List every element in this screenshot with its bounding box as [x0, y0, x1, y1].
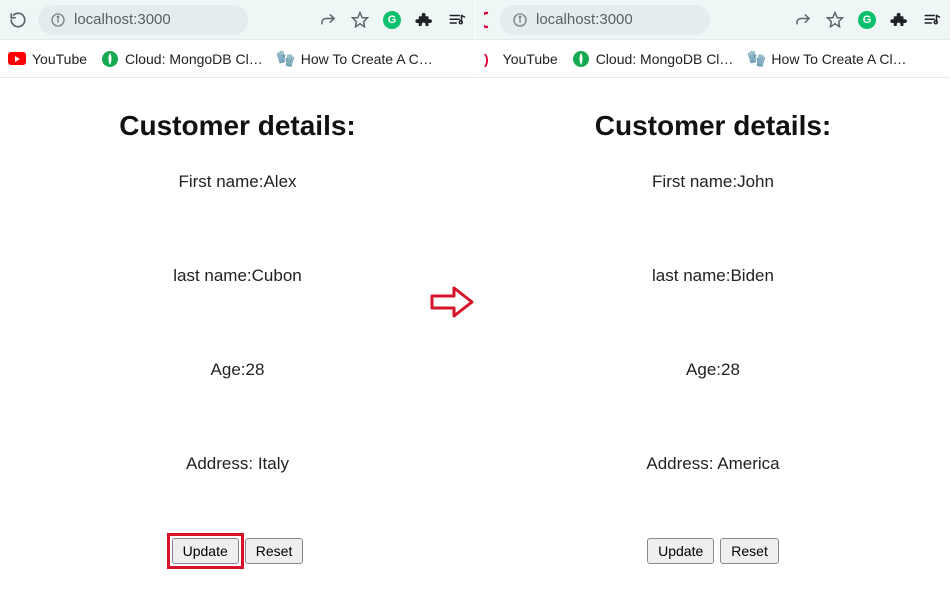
share-icon[interactable]	[794, 11, 812, 29]
info-icon	[50, 12, 66, 28]
page-content: Customer details: First name:Alex last n…	[0, 78, 475, 564]
page-title: Customer details:	[476, 110, 950, 142]
address-label: Address:	[646, 454, 717, 473]
button-row: Update Reset	[476, 538, 950, 564]
bookmark-label: YouTube	[503, 51, 558, 67]
page-icon: 🧤	[747, 50, 765, 68]
first-name-row: First name:John	[476, 172, 950, 192]
arrow-annotation-icon	[430, 284, 476, 325]
address-row: Address: Italy	[0, 454, 475, 474]
age-value: 28	[721, 360, 740, 379]
update-highlight: Update	[172, 538, 239, 564]
extensions-icon[interactable]	[890, 11, 908, 29]
address-value: America	[717, 454, 779, 473]
last-name-value: Cubon	[252, 266, 302, 285]
bookmark-label: Cloud: MongoDB Cl…	[125, 51, 263, 67]
pane-before: localhost:3000 G YouTube Cloud: MongoDB …	[0, 0, 475, 596]
extensions-icon[interactable]	[415, 11, 433, 29]
playlist-icon[interactable]	[922, 11, 942, 29]
bookmark-label: How To Create A Cl…	[771, 51, 906, 67]
grammarly-icon[interactable]: G	[383, 11, 401, 29]
first-name-value: Alex	[263, 172, 296, 191]
age-row: Age:28	[0, 360, 475, 380]
update-button[interactable]: Update	[647, 538, 714, 564]
age-row: Age:28	[476, 360, 950, 380]
mongodb-icon	[101, 50, 119, 68]
browser-toolbar: localhost:3000 G	[0, 0, 475, 40]
first-name-label: First name:	[652, 172, 737, 191]
reload-icon-partial	[484, 11, 490, 29]
bookmarks-bar: ) YouTube Cloud: MongoDB Cl… 🧤 How To Cr…	[476, 40, 950, 78]
pane-after: localhost:3000 G ) YouTube Cloud: MongoD…	[475, 0, 950, 596]
playlist-icon[interactable]	[447, 11, 467, 29]
address-value: Italy	[258, 454, 289, 473]
reload-icon[interactable]	[8, 10, 28, 30]
address-row: Address: America	[476, 454, 950, 474]
first-name-label: First name:	[178, 172, 263, 191]
browser-toolbar: localhost:3000 G	[476, 0, 950, 40]
last-name-label: last name:	[652, 266, 730, 285]
bookmark-label: How To Create A C…	[301, 51, 433, 67]
age-label: Age:	[686, 360, 721, 379]
page-icon: 🧤	[277, 50, 295, 68]
url-text: localhost:3000	[74, 11, 171, 28]
button-row: Update Reset	[0, 538, 475, 564]
bookmark-mongodb[interactable]: Cloud: MongoDB Cl…	[572, 50, 734, 68]
age-label: Age:	[211, 360, 246, 379]
bookmark-howto[interactable]: 🧤 How To Create A Cl…	[747, 50, 906, 68]
bookmark-label: YouTube	[32, 51, 87, 67]
age-value: 28	[246, 360, 265, 379]
address-bar[interactable]: localhost:3000	[38, 5, 248, 35]
grammarly-icon[interactable]: G	[858, 11, 876, 29]
last-name-row: last name:Cubon	[0, 266, 475, 286]
last-name-row: last name:Biden	[476, 266, 950, 286]
address-bar[interactable]: localhost:3000	[500, 5, 710, 35]
bookmark-howto[interactable]: 🧤 How To Create A C…	[277, 50, 433, 68]
bookmark-fragment: )	[484, 51, 489, 67]
bookmarks-bar: YouTube Cloud: MongoDB Cl… 🧤 How To Crea…	[0, 40, 475, 78]
bookmark-label: Cloud: MongoDB Cl…	[596, 51, 734, 67]
star-icon[interactable]	[826, 11, 844, 29]
star-icon[interactable]	[351, 11, 369, 29]
update-button[interactable]: Update	[172, 538, 239, 564]
page-content: Customer details: First name:John last n…	[476, 78, 950, 564]
reset-button[interactable]: Reset	[720, 538, 779, 564]
address-label: Address:	[186, 454, 258, 473]
page-title: Customer details:	[0, 110, 475, 142]
share-icon[interactable]	[319, 11, 337, 29]
first-name-row: First name:Alex	[0, 172, 475, 192]
last-name-value: Biden	[730, 266, 773, 285]
url-text: localhost:3000	[536, 11, 633, 28]
first-name-value: John	[737, 172, 774, 191]
bookmark-youtube[interactable]: YouTube	[8, 50, 87, 68]
last-name-label: last name:	[173, 266, 251, 285]
bookmark-mongodb[interactable]: Cloud: MongoDB Cl…	[101, 50, 263, 68]
youtube-icon	[8, 50, 26, 68]
bookmark-youtube[interactable]: YouTube	[503, 51, 558, 67]
mongodb-icon	[572, 50, 590, 68]
info-icon	[512, 12, 528, 28]
reset-button[interactable]: Reset	[245, 538, 304, 564]
